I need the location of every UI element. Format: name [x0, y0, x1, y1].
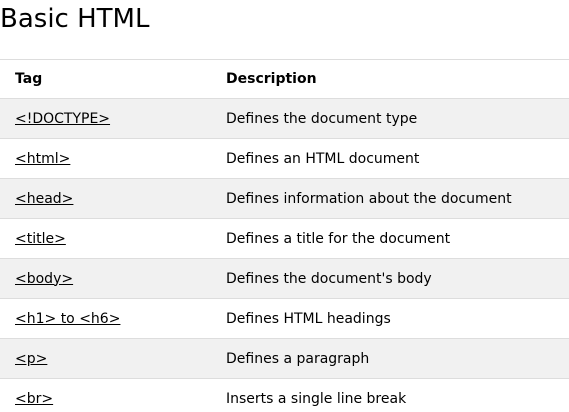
description-cell: Defines information about the document	[211, 178, 569, 219]
description-cell: Defines an HTML document	[211, 138, 569, 179]
tag-link[interactable]: <head>	[15, 191, 73, 207]
tag-link[interactable]: <body>	[15, 271, 73, 287]
tag-link[interactable]: <h1> to <h6>	[15, 311, 120, 327]
tag-cell: <p>	[0, 338, 211, 379]
description-cell: Defines the document type	[211, 98, 569, 139]
table-row: <html> Defines an HTML document	[0, 138, 569, 179]
table-row: <br> Inserts a single line break	[0, 378, 569, 412]
page-title: Basic HTML	[0, 4, 150, 34]
tag-cell: <!DOCTYPE>	[0, 98, 211, 139]
column-header-tag: Tag	[0, 59, 211, 99]
table-row: <title> Defines a title for the document	[0, 218, 569, 259]
tag-cell: <head>	[0, 178, 211, 219]
column-header-description: Description	[211, 59, 569, 99]
description-cell: Defines a title for the document	[211, 218, 569, 259]
tag-cell: <html>	[0, 138, 211, 179]
reference-table: Tag Description <!DOCTYPE> Defines the d…	[0, 59, 569, 412]
description-cell: Defines HTML headings	[211, 298, 569, 339]
description-cell: Inserts a single line break	[211, 378, 569, 412]
page: Basic HTML Tag Description <!DOCTYPE> De…	[0, 0, 569, 412]
tag-link[interactable]: <br>	[15, 391, 53, 407]
tag-cell: <br>	[0, 378, 211, 412]
tag-link[interactable]: <html>	[15, 151, 70, 167]
table-header-row: Tag Description	[0, 59, 569, 99]
tag-link[interactable]: <!DOCTYPE>	[15, 111, 110, 127]
description-cell: Defines a paragraph	[211, 338, 569, 379]
tag-cell: <body>	[0, 258, 211, 299]
tag-link[interactable]: <title>	[15, 231, 66, 247]
table-row: <h1> to <h6> Defines HTML headings	[0, 298, 569, 339]
table-row: <head> Defines information about the doc…	[0, 178, 569, 219]
table-row: <!DOCTYPE> Defines the document type	[0, 98, 569, 139]
tag-cell: <title>	[0, 218, 211, 259]
tag-link[interactable]: <p>	[15, 351, 47, 367]
tag-cell: <h1> to <h6>	[0, 298, 211, 339]
description-cell: Defines the document's body	[211, 258, 569, 299]
table-row: <p> Defines a paragraph	[0, 338, 569, 379]
table-row: <body> Defines the document's body	[0, 258, 569, 299]
